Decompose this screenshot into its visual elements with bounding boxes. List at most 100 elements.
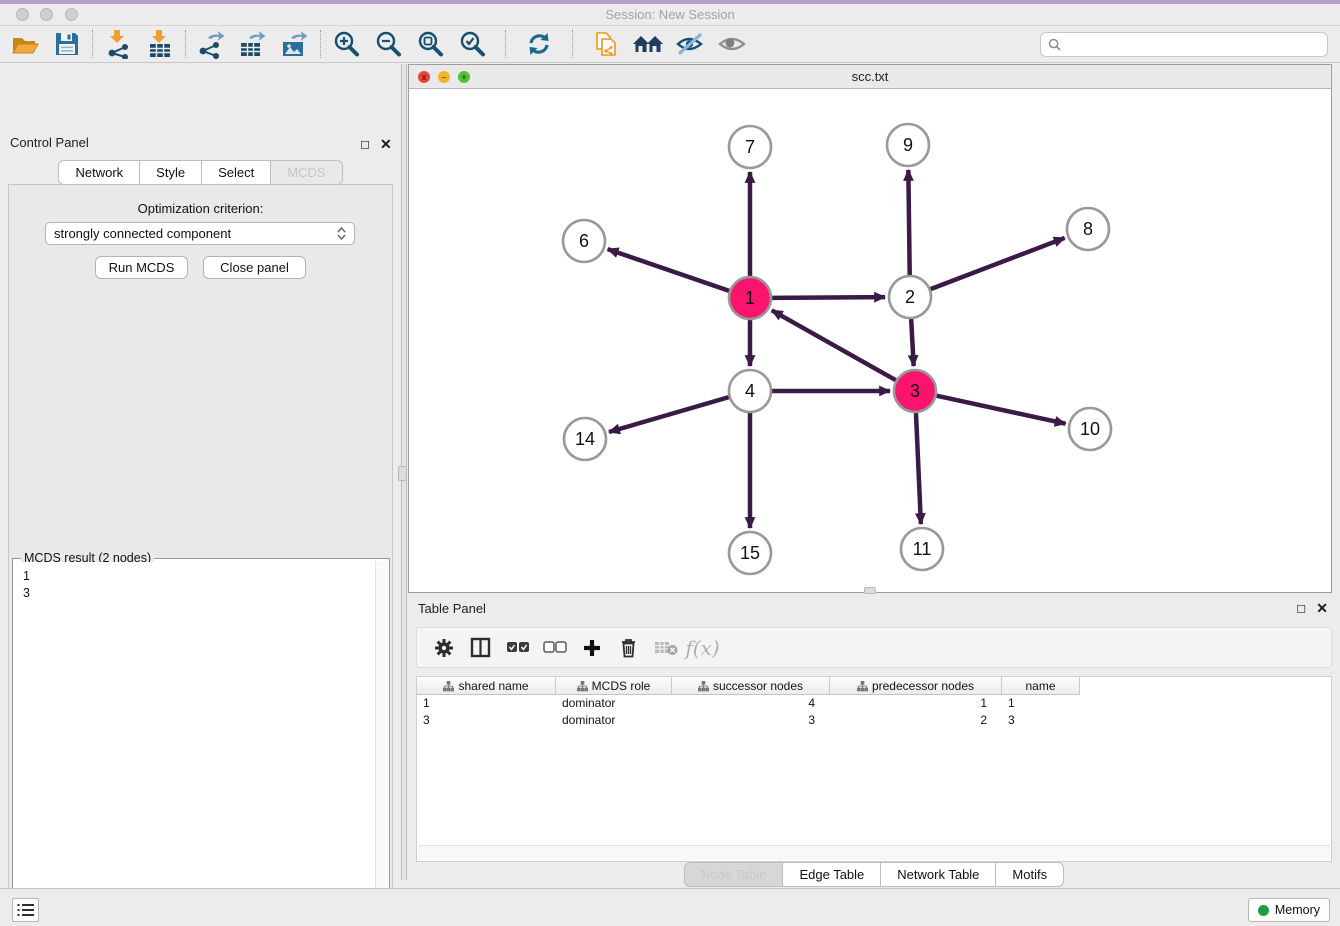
add-column-button[interactable] [573, 631, 610, 665]
node-2[interactable]: 2 [889, 276, 931, 318]
edge-2-9[interactable] [908, 170, 909, 275]
node-3[interactable]: 3 [894, 370, 936, 412]
column-visibility-button[interactable] [462, 631, 499, 665]
edge-3-1[interactable] [772, 310, 896, 380]
table-row[interactable]: 1dominator411 [417, 695, 1080, 712]
column-header-name[interactable]: name [1002, 677, 1080, 695]
function-builder-button[interactable]: f(x) [684, 631, 721, 665]
toolbar-separator [185, 30, 186, 58]
frame-close-icon[interactable]: x [418, 71, 430, 83]
splitter-grip-horizontal[interactable] [864, 587, 876, 594]
edge-3-10[interactable] [936, 396, 1065, 424]
save-session-button[interactable] [46, 27, 88, 61]
tab-node-table[interactable]: Node Table [684, 862, 784, 887]
column-header-MCDS-role[interactable]: MCDS role [556, 677, 672, 695]
column-header-shared-name[interactable]: shared name [417, 677, 556, 695]
memory-button[interactable]: Memory [1248, 898, 1330, 922]
mcds-result-list[interactable]: 13 [13, 562, 376, 926]
column-header-successor-nodes[interactable]: successor nodes [672, 677, 830, 695]
window-titlebar[interactable]: Session: New Session [0, 4, 1340, 26]
network-frame-titlebar[interactable]: x – + scc.txt [409, 65, 1331, 89]
delete-table-button[interactable] [647, 631, 684, 665]
table-row[interactable]: 3dominator323 [417, 712, 1080, 729]
node-6[interactable]: 6 [563, 220, 605, 262]
import-table-button[interactable] [139, 27, 181, 61]
tab-mcds[interactable]: MCDS [271, 160, 342, 185]
splitter-grip[interactable] [398, 466, 407, 481]
node-11[interactable]: 11 [901, 528, 943, 570]
cell-MCDS-role[interactable]: dominator [556, 695, 672, 712]
tab-network[interactable]: Network [58, 160, 140, 185]
close-panel-button[interactable]: Close panel [203, 256, 306, 279]
cell-successor-nodes[interactable]: 4 [672, 695, 830, 712]
show-all-button[interactable] [711, 27, 753, 61]
search-box[interactable] [1040, 32, 1328, 57]
export-image-button[interactable] [274, 27, 316, 61]
cell-shared-name[interactable]: 1 [417, 695, 556, 712]
node-table[interactable]: shared nameMCDS rolesuccessor nodesprede… [416, 676, 1332, 862]
network-graph[interactable]: 1 2 3 4 6 7 8 9 10 11 14 15 [409, 89, 1331, 592]
deselect-all-rows-button[interactable] [536, 631, 573, 665]
zoom-out-button[interactable] [367, 27, 409, 61]
zoom-fit-button[interactable] [409, 27, 451, 61]
search-input[interactable] [1066, 37, 1327, 52]
control-panel-close-icon[interactable]: ✕ [380, 137, 392, 151]
node-9[interactable]: 9 [887, 124, 929, 166]
table-settings-button[interactable] [425, 631, 462, 665]
window-close-icon[interactable] [16, 8, 29, 21]
zoom-selected-button[interactable] [451, 27, 493, 61]
tab-network-table[interactable]: Network Table [881, 862, 996, 887]
export-table-button[interactable] [232, 27, 274, 61]
zoom-in-button[interactable] [325, 27, 367, 61]
node-label: 8 [1083, 219, 1093, 239]
table-panel-close-icon[interactable]: ✕ [1316, 601, 1328, 615]
frame-minimize-icon[interactable]: – [438, 71, 450, 83]
cell-name[interactable]: 1 [1002, 695, 1080, 712]
window-zoom-icon[interactable] [65, 8, 78, 21]
mcds-result-scrollbar[interactable] [375, 561, 388, 926]
tab-motifs[interactable]: Motifs [996, 862, 1064, 887]
task-history-button[interactable] [12, 898, 39, 922]
edge-1-6[interactable] [608, 249, 730, 291]
open-folder-icon [10, 30, 40, 58]
run-mcds-button[interactable]: Run MCDS [95, 256, 188, 279]
table-panel-float-icon[interactable]: ◻ [1296, 601, 1306, 615]
node-14[interactable]: 14 [564, 418, 606, 460]
cell-name[interactable]: 3 [1002, 712, 1080, 729]
tab-style[interactable]: Style [140, 160, 202, 185]
mcds-result-item: 3 [23, 585, 376, 602]
table-horizontal-scrollbar[interactable] [418, 845, 1330, 860]
edge-3-11[interactable] [916, 413, 921, 524]
node-10[interactable]: 10 [1069, 408, 1111, 450]
open-session-button[interactable] [4, 27, 46, 61]
cell-successor-nodes[interactable]: 3 [672, 712, 830, 729]
tab-edge-table[interactable]: Edge Table [783, 862, 881, 887]
edge-2-8[interactable] [931, 238, 1065, 289]
column-header-predecessor-nodes[interactable]: predecessor nodes [830, 677, 1002, 695]
node-15[interactable]: 15 [729, 532, 771, 574]
cell-predecessor-nodes[interactable]: 2 [830, 712, 1002, 729]
import-network-button[interactable] [97, 27, 139, 61]
cell-predecessor-nodes[interactable]: 1 [830, 695, 1002, 712]
cell-MCDS-role[interactable]: dominator [556, 712, 672, 729]
tab-select[interactable]: Select [202, 160, 271, 185]
refresh-view-button[interactable] [518, 27, 560, 61]
frame-maximize-icon[interactable]: + [458, 71, 470, 83]
window-minimize-icon[interactable] [40, 8, 53, 21]
delete-column-button[interactable] [610, 631, 647, 665]
node-1[interactable]: 1 [729, 277, 771, 319]
select-all-rows-button[interactable] [499, 631, 536, 665]
control-panel-float-icon[interactable]: ◻ [360, 137, 370, 151]
criterion-dropdown[interactable]: strongly connected component [45, 222, 355, 245]
copy-network-button[interactable] [585, 27, 627, 61]
edge-4-14[interactable] [609, 397, 729, 432]
node-8[interactable]: 8 [1067, 208, 1109, 250]
edge-2-3[interactable] [911, 319, 914, 366]
node-4[interactable]: 4 [729, 370, 771, 412]
home-view-button[interactable] [627, 27, 669, 61]
export-network-button[interactable] [190, 27, 232, 61]
node-7[interactable]: 7 [729, 126, 771, 168]
hide-selected-button[interactable] [669, 27, 711, 61]
cell-shared-name[interactable]: 3 [417, 712, 556, 729]
edge-1-2[interactable] [772, 297, 885, 298]
